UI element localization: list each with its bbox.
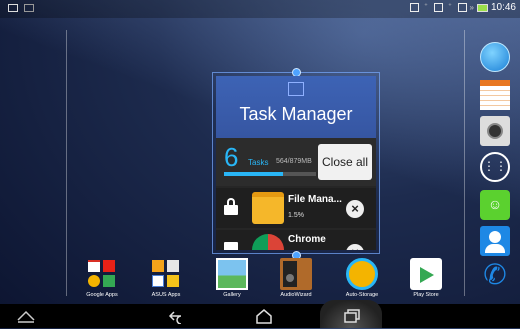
play-store-app[interactable]: Play Store (400, 258, 452, 298)
app-label: Google Apps (86, 292, 118, 298)
task-manager-chart-icon (288, 82, 304, 96)
browser-globe-icon[interactable] (480, 42, 510, 72)
task-manager-title: Task Manager (239, 104, 353, 124)
asus-apps-folder-icon (150, 258, 182, 290)
navigation-bar (0, 300, 520, 328)
task-manager-body: 6 Tasks 564/879MB Close all File Mana...… (216, 138, 376, 250)
sim-icon (409, 3, 419, 12)
play-store-icon (410, 258, 442, 290)
notification-gallery-icon (24, 4, 34, 12)
unlock-icon[interactable] (224, 198, 238, 216)
wifi-icon: ⁺ (448, 3, 452, 10)
task-name: File Mana... (288, 194, 342, 205)
notes-icon[interactable] (480, 80, 510, 110)
back-button[interactable] (168, 308, 188, 325)
task-count: 6 (224, 142, 239, 172)
file-manager-icon (252, 192, 284, 224)
auto-storage-app[interactable]: Auto-Storage (336, 258, 388, 298)
phone-icon[interactable]: ✆ (480, 260, 510, 290)
right-dock: ⋮⋮ ☺ ✆ (472, 40, 520, 290)
home-divider-left (66, 30, 67, 296)
status-time: 10:46 (490, 2, 516, 13)
task-summary: 6 Tasks 564/879MB Close all (216, 138, 376, 186)
gallery-icon (216, 258, 248, 290)
sync-icon (346, 258, 378, 290)
google-apps-folder-icon (86, 258, 118, 290)
task-manager-widget[interactable]: Task Manager 6 Tasks 564/879MB Close all… (216, 76, 376, 250)
lock-icon[interactable] (224, 242, 238, 250)
gallery-app[interactable]: Gallery (206, 258, 258, 298)
close-task-icon[interactable]: × (346, 200, 364, 218)
home-button[interactable] (254, 308, 274, 324)
memory-bar (224, 172, 316, 176)
tasks-label: Tasks (248, 158, 269, 167)
status-bar[interactable]: ⁺ ⁺ » 10:46 (0, 0, 520, 18)
messaging-icon[interactable]: ☺ (480, 190, 510, 220)
battery-icon (476, 3, 488, 12)
task-row[interactable]: Chrome × (216, 230, 376, 250)
audiowizard-app[interactable]: AudioWizard (270, 258, 322, 298)
task-name: Chrome (288, 234, 326, 245)
speaker-icon (280, 258, 312, 290)
task-row[interactable]: File Mana... 1.5% × (216, 188, 376, 228)
contacts-icon[interactable] (480, 226, 510, 256)
asus-apps-folder[interactable]: ASUS Apps (140, 258, 192, 298)
camera-icon[interactable] (480, 116, 510, 146)
sim2-icon (433, 3, 443, 12)
chrome-icon (252, 234, 284, 250)
app-label: Play Store (413, 292, 439, 298)
task-usage: 1.5% (288, 212, 304, 219)
app-label: ASUS Apps (151, 292, 181, 298)
app-label: Gallery (223, 292, 241, 298)
memory-bar-fill (224, 172, 283, 176)
hide-nav-icon[interactable] (16, 308, 36, 324)
signal-icon: ⁺ (424, 3, 428, 10)
google-apps-folder[interactable]: Google Apps (76, 258, 128, 298)
recent-apps-button[interactable] (342, 308, 362, 324)
app-label: Auto-Storage (345, 292, 379, 298)
data-transfer-icon: » (469, 3, 474, 12)
notification-screenshot-icon (8, 4, 18, 12)
all-apps-icon[interactable]: ⋮⋮ (480, 152, 510, 182)
task-manager-header: Task Manager (216, 76, 376, 138)
close-all-button[interactable]: Close all (318, 144, 372, 180)
screen-mirror-icon (457, 3, 467, 12)
close-task-icon[interactable]: × (346, 244, 364, 250)
home-divider-right (464, 30, 465, 296)
app-label: AudioWizard (280, 292, 312, 298)
memory-usage: 564/879MB (276, 158, 312, 165)
